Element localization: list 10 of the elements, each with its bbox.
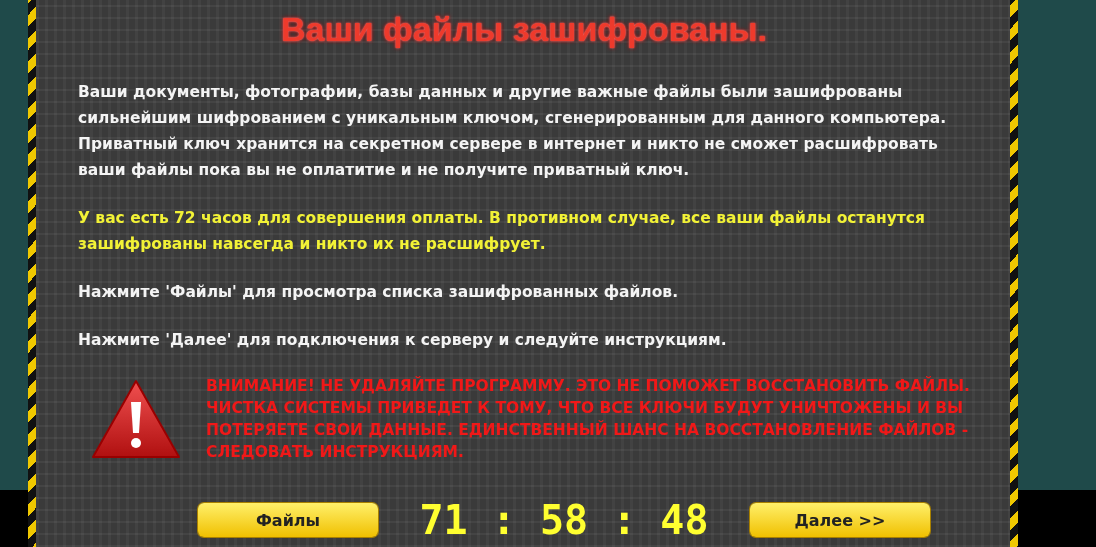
warning-text: ВНИМАНИЕ! НЕ УДАЛЯЙТЕ ПРОГРАММУ. ЭТО НЕ ПОМОЖЕТ ВОССТАНОВИТЬ ФАЙЛЫ. ЧИСТКА СИСТЕМЫ ПРИВЕДЕТ К ТОМУ, ЧТО ВСЕ КЛЮЧИ БУДУТ УНИЧТОЖЕНЫ И ВЫ ПОТЕРЯЕТЕ СВОИ ДАННЫЕ. ЕДИНСТВЕННЫЙ ШАНС НА ВОССТАНОВЛЕНИЕ ФАЙЛОВ - СЛЕДОВАТЬ ИНСТРУКЦИЯМ. <box>206 375 970 463</box>
title: Ваши файлы зашифрованы. <box>280 10 768 49</box>
message-paragraph: Ваши документы, фотографии, базы данных и другие важные файлы были зашифрованы сильнейшим шифрованием с уникальным ключом, сгенерированным для данного компьютера. Приватный ключ хранится на секретном сервере в интернет и никто не сможет расшифровать ваши файлы пока вы не оплатитие и не получите приватный ключ. <box>78 82 948 181</box>
countdown-timer: 71 : 58 : 48 <box>418 497 710 543</box>
message-paragraph: У вас есть 72 часов для совершения оплаты. В противном случае, все ваши файлы останутся зашифрованы навсегда и никто их не расшифрует. <box>78 208 926 255</box>
message-paragraph: Нажмите 'Далее' для подключения к серверу и следуйте инструкциям. <box>78 330 728 351</box>
warning-icon <box>90 378 182 460</box>
files-button[interactable]: Файлы <box>198 503 378 537</box>
message-paragraph: Нажмите 'Файлы' для просмотра списка зашифрованных файлов. <box>78 282 680 303</box>
next-button[interactable]: Далее >> <box>750 503 930 537</box>
